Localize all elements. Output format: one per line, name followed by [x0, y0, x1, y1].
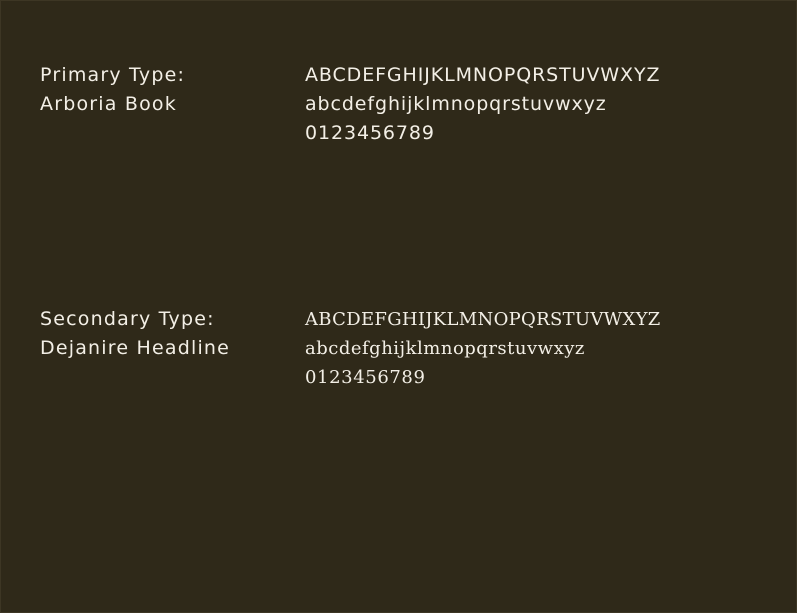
secondary-type-heading: Secondary Type:: [40, 308, 215, 330]
secondary-digits: 0123456789: [305, 367, 426, 388]
secondary-lowercase-alphabet: abcdefghijklmnopqrstuvwxyz: [305, 338, 585, 359]
secondary-uppercase-alphabet: ABCDEFGHIJKLMNOPQRSTUVWXYZ: [305, 309, 661, 330]
primary-lowercase-alphabet: abcdefghijklmnopqrstuvwxyz: [305, 93, 607, 115]
secondary-type-sample: ABCDEFGHIJKLMNOPQRSTUVWXYZ abcdefghijklm…: [305, 305, 661, 392]
primary-uppercase-alphabet: ABCDEFGHIJKLMNOPQRSTUVWXYZ: [305, 64, 661, 86]
secondary-type-font-name: Dejanire Headline: [40, 337, 231, 359]
primary-type-font-name: Arboria Book: [40, 93, 177, 115]
primary-type-heading: Primary Type:: [40, 64, 186, 86]
primary-type-label: Primary Type: Arboria Book: [40, 61, 185, 119]
typography-specimen-panel: Primary Type: Arboria Book ABCDEFGHIJKLM…: [0, 0, 797, 613]
primary-digits: 0123456789: [305, 122, 435, 144]
secondary-type-label: Secondary Type: Dejanire Headline: [40, 305, 230, 363]
primary-type-sample: ABCDEFGHIJKLMNOPQRSTUVWXYZ abcdefghijklm…: [305, 61, 660, 148]
